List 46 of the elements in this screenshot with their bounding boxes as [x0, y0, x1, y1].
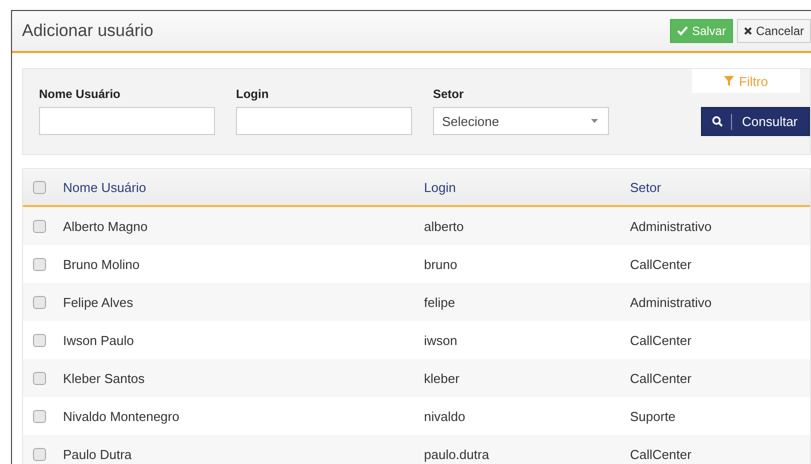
close-icon — [744, 27, 752, 35]
caret-icon — [591, 119, 598, 123]
checkbox[interactable] — [33, 334, 46, 346]
table-cell-text: bruno — [424, 256, 458, 272]
field-label: Login — [236, 87, 270, 101]
checkbox[interactable] — [33, 410, 46, 422]
checkbox[interactable] — [33, 448, 46, 460]
input-field[interactable] — [236, 107, 412, 135]
table-cell-text: Bruno Molino — [63, 256, 141, 272]
table-cell-text: kleber — [424, 370, 460, 386]
table-cell-text: Alberto Magno — [63, 218, 149, 234]
check-icon — [676, 26, 688, 36]
filter-icon — [724, 76, 734, 86]
column-header[interactable]: Setor — [630, 180, 662, 194]
search-icon — [712, 116, 723, 127]
table-cell-text: nivaldo — [424, 408, 466, 424]
table-cell-text: alberto — [424, 218, 465, 234]
table-cell: CallCenter — [630, 256, 692, 272]
table-cell: CallCenter — [630, 446, 692, 462]
table-cell: Suporte — [630, 408, 676, 424]
table-cell-text: paulo.dutra — [424, 446, 490, 462]
table-cell-text: Iwson Paulo — [63, 332, 135, 348]
table-cell-text: iwson — [424, 332, 458, 348]
cancel-button[interactable]: Cancelar — [736, 19, 811, 43]
checkbox[interactable] — [33, 220, 46, 232]
setor-dropdown[interactable]: Selecione — [433, 107, 609, 135]
search-button[interactable]: Consultar — [701, 107, 810, 136]
table-cell-text: Felipe Alves — [63, 294, 134, 310]
checkbox[interactable] — [33, 372, 46, 384]
input-field[interactable] — [39, 107, 215, 135]
table-cell: Administrativo — [630, 294, 712, 310]
table-cell-text: Nivaldo Montenegro — [63, 408, 180, 424]
table-cell-text: felipe — [424, 294, 456, 310]
table-cell: Administrativo — [630, 218, 712, 234]
dialog-title: Adicionar usuário — [22, 21, 154, 41]
column-header[interactable]: Nome Usuário — [63, 180, 424, 194]
table-cell-text: Paulo Dutra — [63, 446, 133, 462]
table-cell-text: Kleber Santos — [63, 370, 146, 386]
table-cell: CallCenter — [630, 370, 692, 386]
table-cell: CallCenter — [630, 332, 692, 348]
checkbox[interactable] — [33, 296, 46, 308]
checkbox[interactable] — [33, 180, 46, 194]
field-label: Setor — [433, 87, 465, 101]
column-header[interactable]: Login — [424, 180, 630, 194]
field-label: Nome Usuário — [39, 87, 122, 101]
checkbox[interactable] — [33, 258, 46, 270]
